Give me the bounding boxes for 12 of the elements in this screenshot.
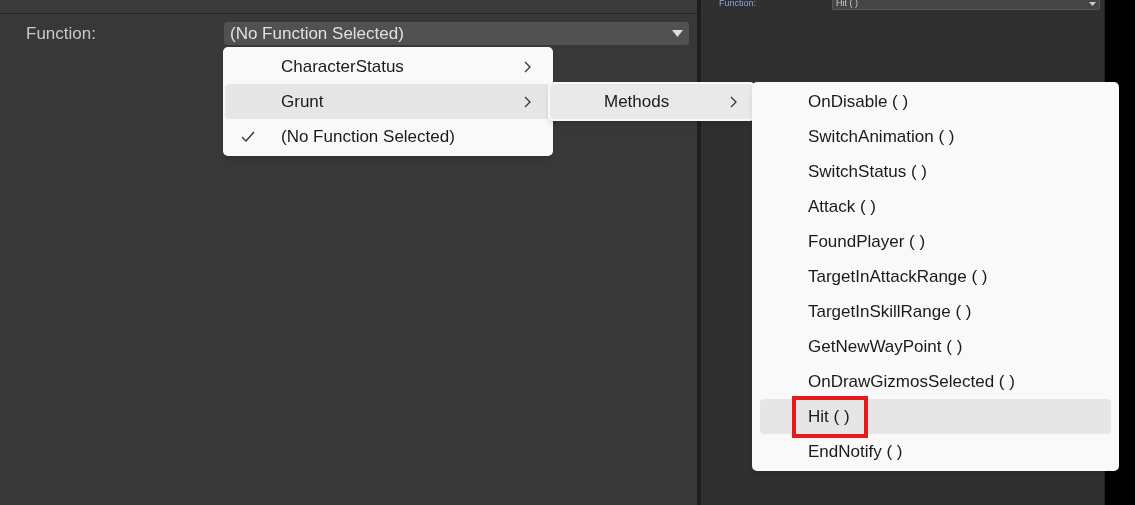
chevron-right-icon: [523, 60, 531, 73]
dropdown-arrow-icon: [1089, 1, 1096, 6]
field-label: Function:: [719, 0, 758, 10]
menu-item[interactable]: Grunt: [225, 84, 551, 119]
function-dropdown[interactable]: (No Function Selected): [224, 22, 689, 46]
dropdown-arrow-icon: [672, 30, 683, 38]
field-label: Function:: [26, 23, 97, 45]
chevron-right-icon: [729, 95, 737, 108]
menu-item[interactable]: Methods: [550, 84, 753, 119]
checkmark-icon: [241, 131, 255, 142]
chevron-right-icon: [523, 95, 531, 108]
function-dropdown[interactable]: Hit ( ): [832, 0, 1100, 11]
